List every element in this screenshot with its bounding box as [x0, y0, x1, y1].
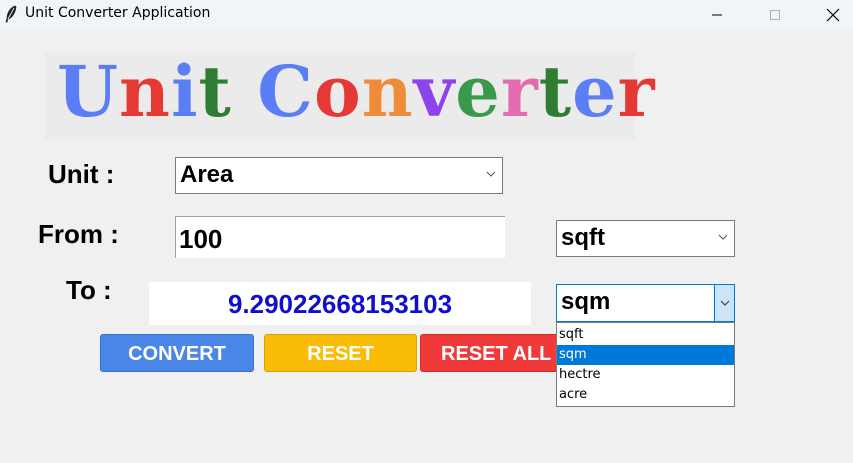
dropdown-option-acre[interactable]: acre [557, 385, 734, 405]
maximize-icon [770, 10, 780, 20]
to-unit-select[interactable]: sqm [556, 284, 735, 322]
maximize-button[interactable] [752, 0, 798, 30]
close-icon [826, 8, 840, 22]
window-title: Unit Converter Application [25, 5, 211, 21]
banner-letter: n [361, 50, 414, 133]
chevron-down-icon [720, 300, 730, 306]
unit-type-select[interactable]: Area [175, 157, 503, 194]
app-banner: Unit Converter [45, 50, 655, 140]
banner-letter: t [538, 50, 573, 133]
reset-all-button[interactable]: RESET ALL [420, 334, 558, 372]
from-unit-value: sqft [561, 224, 605, 251]
minimize-icon [712, 14, 722, 16]
banner-letter: r [500, 50, 539, 133]
reset-button[interactable]: RESET [264, 334, 417, 372]
from-label: From : [38, 219, 119, 249]
close-button[interactable] [810, 0, 853, 30]
banner-letter: t [198, 50, 232, 133]
minimize-button[interactable] [694, 0, 740, 30]
banner-letter: e [455, 50, 501, 133]
convert-button[interactable]: CONVERT [100, 334, 254, 372]
banner-letter: r [617, 50, 656, 133]
result-display: 9.29022668153103 [149, 282, 531, 325]
dropdown-option-sqm[interactable]: sqm [557, 345, 734, 365]
dropdown-option-hectre[interactable]: hectre [557, 365, 734, 385]
feather-icon [5, 5, 17, 23]
banner-letter: C [257, 50, 314, 133]
chevron-down-icon [718, 234, 728, 240]
banner-letter: i [170, 50, 199, 133]
to-unit-value: sqm [561, 288, 611, 315]
banner-letter: U [57, 50, 120, 133]
from-value-input[interactable]: 100 [175, 216, 505, 258]
unit-type-value: Area [180, 161, 234, 188]
title-bar: Unit Converter Application [0, 0, 853, 30]
banner-letter: o [313, 50, 362, 133]
banner-letter: v [413, 50, 456, 133]
dropdown-toggle[interactable] [714, 285, 734, 321]
to-unit-dropdown-list: sqft sqm hectre acre [556, 322, 735, 407]
banner-letter: n [119, 50, 171, 133]
dropdown-option-sqft[interactable]: sqft [557, 325, 734, 345]
unit-label: Unit : [48, 159, 115, 189]
from-unit-select[interactable]: sqft [556, 220, 735, 257]
banner-title: Unit Converter [57, 48, 656, 136]
to-label: To : [66, 275, 112, 305]
banner-letter [232, 50, 257, 133]
banner-letter: e [572, 50, 618, 133]
chevron-down-icon [486, 171, 496, 177]
